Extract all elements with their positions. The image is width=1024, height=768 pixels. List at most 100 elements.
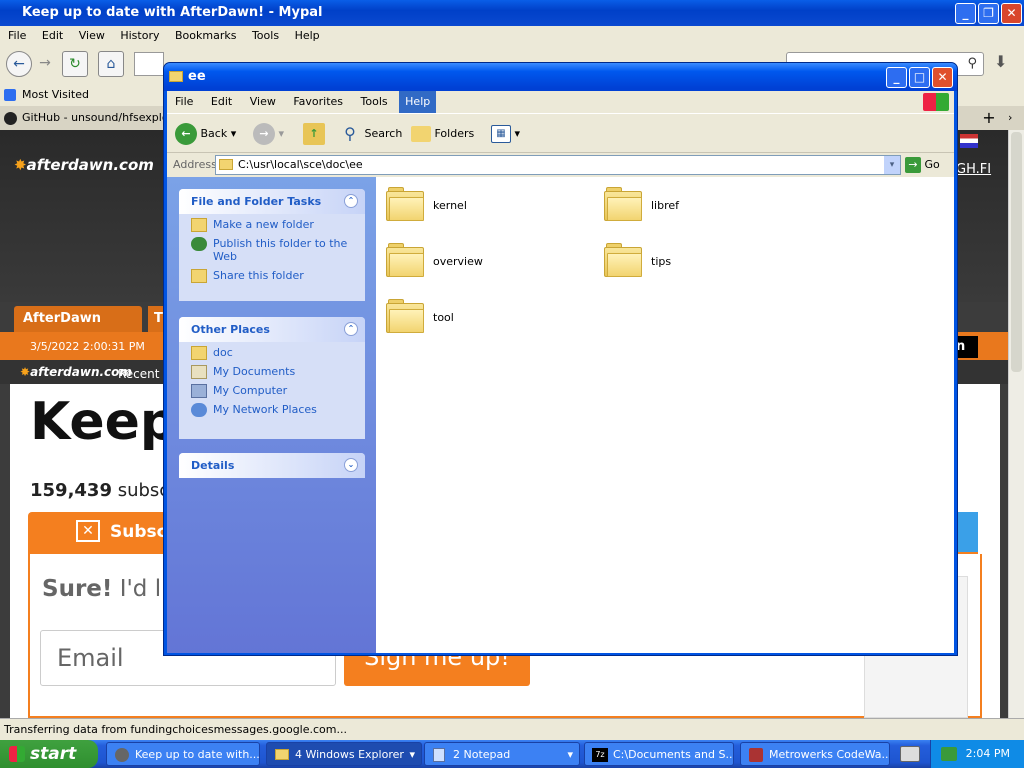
address-bar: Address C:\usr\local\sce\doc\ee ▾ → Go (167, 153, 954, 177)
go-arrow-icon: → (905, 157, 921, 173)
share-folder-link[interactable]: Share this folder (179, 265, 365, 284)
menu-view[interactable]: View (79, 29, 105, 42)
page-scrollbar[interactable] (1008, 130, 1024, 718)
new-tab-icon[interactable]: + (978, 106, 1000, 130)
file-folder-tasks-panel: File and Folder Tasks ⌃ Make a new folde… (179, 189, 365, 301)
afterdawn-logo[interactable]: ✸afterdawn.com (14, 156, 154, 174)
details-header[interactable]: Details ⌄ (179, 453, 365, 478)
ex-menu-view[interactable]: View (244, 91, 282, 113)
status-bar: Transferring data from fundingchoicesmes… (0, 718, 1024, 740)
menu-bookmarks[interactable]: Bookmarks (175, 29, 236, 42)
network-tray-icon[interactable] (941, 747, 957, 761)
collapse-icon[interactable]: ⌃ (344, 194, 358, 208)
folder-icon (169, 71, 183, 82)
maximize-button[interactable]: ❐ (978, 3, 999, 24)
close-button[interactable]: ✕ (1001, 3, 1022, 24)
ex-menu-edit[interactable]: Edit (205, 91, 238, 113)
page-headline: Keep (30, 392, 178, 452)
details-panel: Details ⌄ (179, 453, 365, 478)
page-datetime: 3/5/2022 2:00:31 PM (30, 340, 145, 353)
clock[interactable]: 2:04 PM (966, 747, 1010, 760)
expand-icon[interactable]: ⌄ (344, 458, 358, 472)
explorer-close-button[interactable]: ✕ (932, 67, 953, 88)
menu-edit[interactable]: Edit (42, 29, 63, 42)
up-folder-button[interactable]: ↑ (303, 122, 325, 146)
task-browser[interactable]: Keep up to date with... (106, 742, 260, 766)
tab-github[interactable]: GitHub - unsound/hfsexplorer (22, 106, 184, 130)
ex-menu-tools[interactable]: Tools (355, 91, 394, 113)
right-link[interactable]: GH.FI (956, 162, 991, 177)
ex-menu-help[interactable]: Help (399, 91, 437, 113)
globe-icon (191, 237, 207, 251)
reload-icon[interactable]: ↻ (62, 51, 88, 77)
task-7zip[interactable]: 7z C:\Documents and S... (584, 742, 734, 766)
file-folder-tasks-header[interactable]: File and Folder Tasks ⌃ (179, 189, 365, 214)
bookmark-icon (4, 89, 16, 101)
keyboard-icon[interactable] (900, 746, 920, 762)
minimize-button[interactable]: _ (955, 3, 976, 24)
download-icon[interactable]: ⬇ (994, 52, 1007, 71)
place-my-network[interactable]: My Network Places (179, 399, 365, 418)
tab-scroll-icon[interactable]: › (1008, 106, 1012, 130)
recent-label[interactable]: Recent (118, 367, 159, 381)
collapse-icon[interactable]: ⌃ (344, 322, 358, 336)
browser-icon (115, 748, 129, 762)
place-doc[interactable]: doc (179, 342, 365, 361)
magnifier-icon: ⚲ (344, 124, 356, 143)
ex-menu-file[interactable]: File (169, 91, 199, 113)
nav-afterdawn-home[interactable]: AfterDawn Home (14, 306, 142, 352)
menu-history[interactable]: History (120, 29, 159, 42)
explorer-menubar: File Edit View Favorites Tools Help (167, 91, 954, 113)
menu-file[interactable]: File (8, 29, 26, 42)
menu-help[interactable]: Help (295, 29, 320, 42)
explorer-minimize-button[interactable]: _ (886, 67, 907, 88)
task-codewarrior[interactable]: Metrowerks CodeWa... (740, 742, 890, 766)
address-input[interactable]: C:\usr\local\sce\doc\ee ▾ (215, 155, 901, 175)
back-button[interactable]: ← Back ▾ (175, 122, 236, 146)
explorer-title-bar[interactable]: ee (164, 63, 957, 91)
place-my-computer[interactable]: My Computer (179, 380, 365, 399)
taskbar: start Keep up to date with... 4 Windows … (0, 740, 1024, 768)
folder-icon (386, 187, 426, 223)
folder-icon (386, 299, 426, 335)
make-new-folder-link[interactable]: Make a new folder (179, 214, 365, 233)
browser-title: Keep up to date with AfterDawn! - Mypal (22, 5, 323, 20)
other-places-panel: Other Places ⌃ doc My Documents My Compu… (179, 317, 365, 439)
folder-item-tool[interactable]: tool (386, 299, 586, 339)
forward-button[interactable]: → ▾ (253, 122, 284, 146)
folder-item-kernel[interactable]: kernel (386, 187, 586, 227)
explorer-window: ee _ □ ✕ File Edit View Favorites Tools … (163, 62, 958, 656)
folder-item-libref[interactable]: libref (604, 187, 804, 227)
folder-icon (386, 243, 426, 279)
system-tray: 2:04 PM (930, 740, 1024, 768)
views-button[interactable]: ▦ ▾ (491, 122, 520, 146)
explorer-maximize-button[interactable]: □ (909, 67, 930, 88)
group-dropdown-icon: ▾ (409, 748, 415, 761)
explorer-title: ee (188, 69, 206, 84)
ex-menu-favorites[interactable]: Favorites (287, 91, 349, 113)
forward-arrow-icon[interactable]: → (32, 51, 58, 77)
task-windows-explorer[interactable]: 4 Windows Explorer ▾ (266, 742, 422, 766)
url-bar[interactable] (134, 52, 164, 76)
folders-button[interactable]: Folders (411, 122, 474, 146)
new-folder-icon (191, 218, 207, 232)
github-icon (4, 112, 17, 125)
task-notepad[interactable]: 2 Notepad ▾ (424, 742, 580, 766)
search-icon[interactable]: ⚲ (967, 56, 977, 71)
go-button[interactable]: → Go (905, 155, 940, 175)
folder-item-tips[interactable]: tips (604, 243, 804, 283)
place-my-documents[interactable]: My Documents (179, 361, 365, 380)
folder-item-overview[interactable]: overview (386, 243, 586, 283)
address-dropdown-icon[interactable]: ▾ (884, 156, 900, 174)
home-icon[interactable]: ⌂ (98, 51, 124, 77)
most-visited-link[interactable]: Most Visited (22, 88, 89, 101)
search-button[interactable]: ⚲ Search (339, 122, 402, 146)
other-places-header[interactable]: Other Places ⌃ (179, 317, 365, 342)
mail-icon: ✕ (76, 520, 100, 542)
flag-icon[interactable] (960, 134, 978, 148)
menu-tools[interactable]: Tools (252, 29, 279, 42)
publish-web-link[interactable]: Publish this folder to the Web (179, 233, 365, 265)
subscriber-count: 159,439 subsc (30, 480, 170, 501)
start-button[interactable]: start (0, 740, 98, 768)
back-arrow-icon[interactable]: ← (6, 51, 32, 77)
